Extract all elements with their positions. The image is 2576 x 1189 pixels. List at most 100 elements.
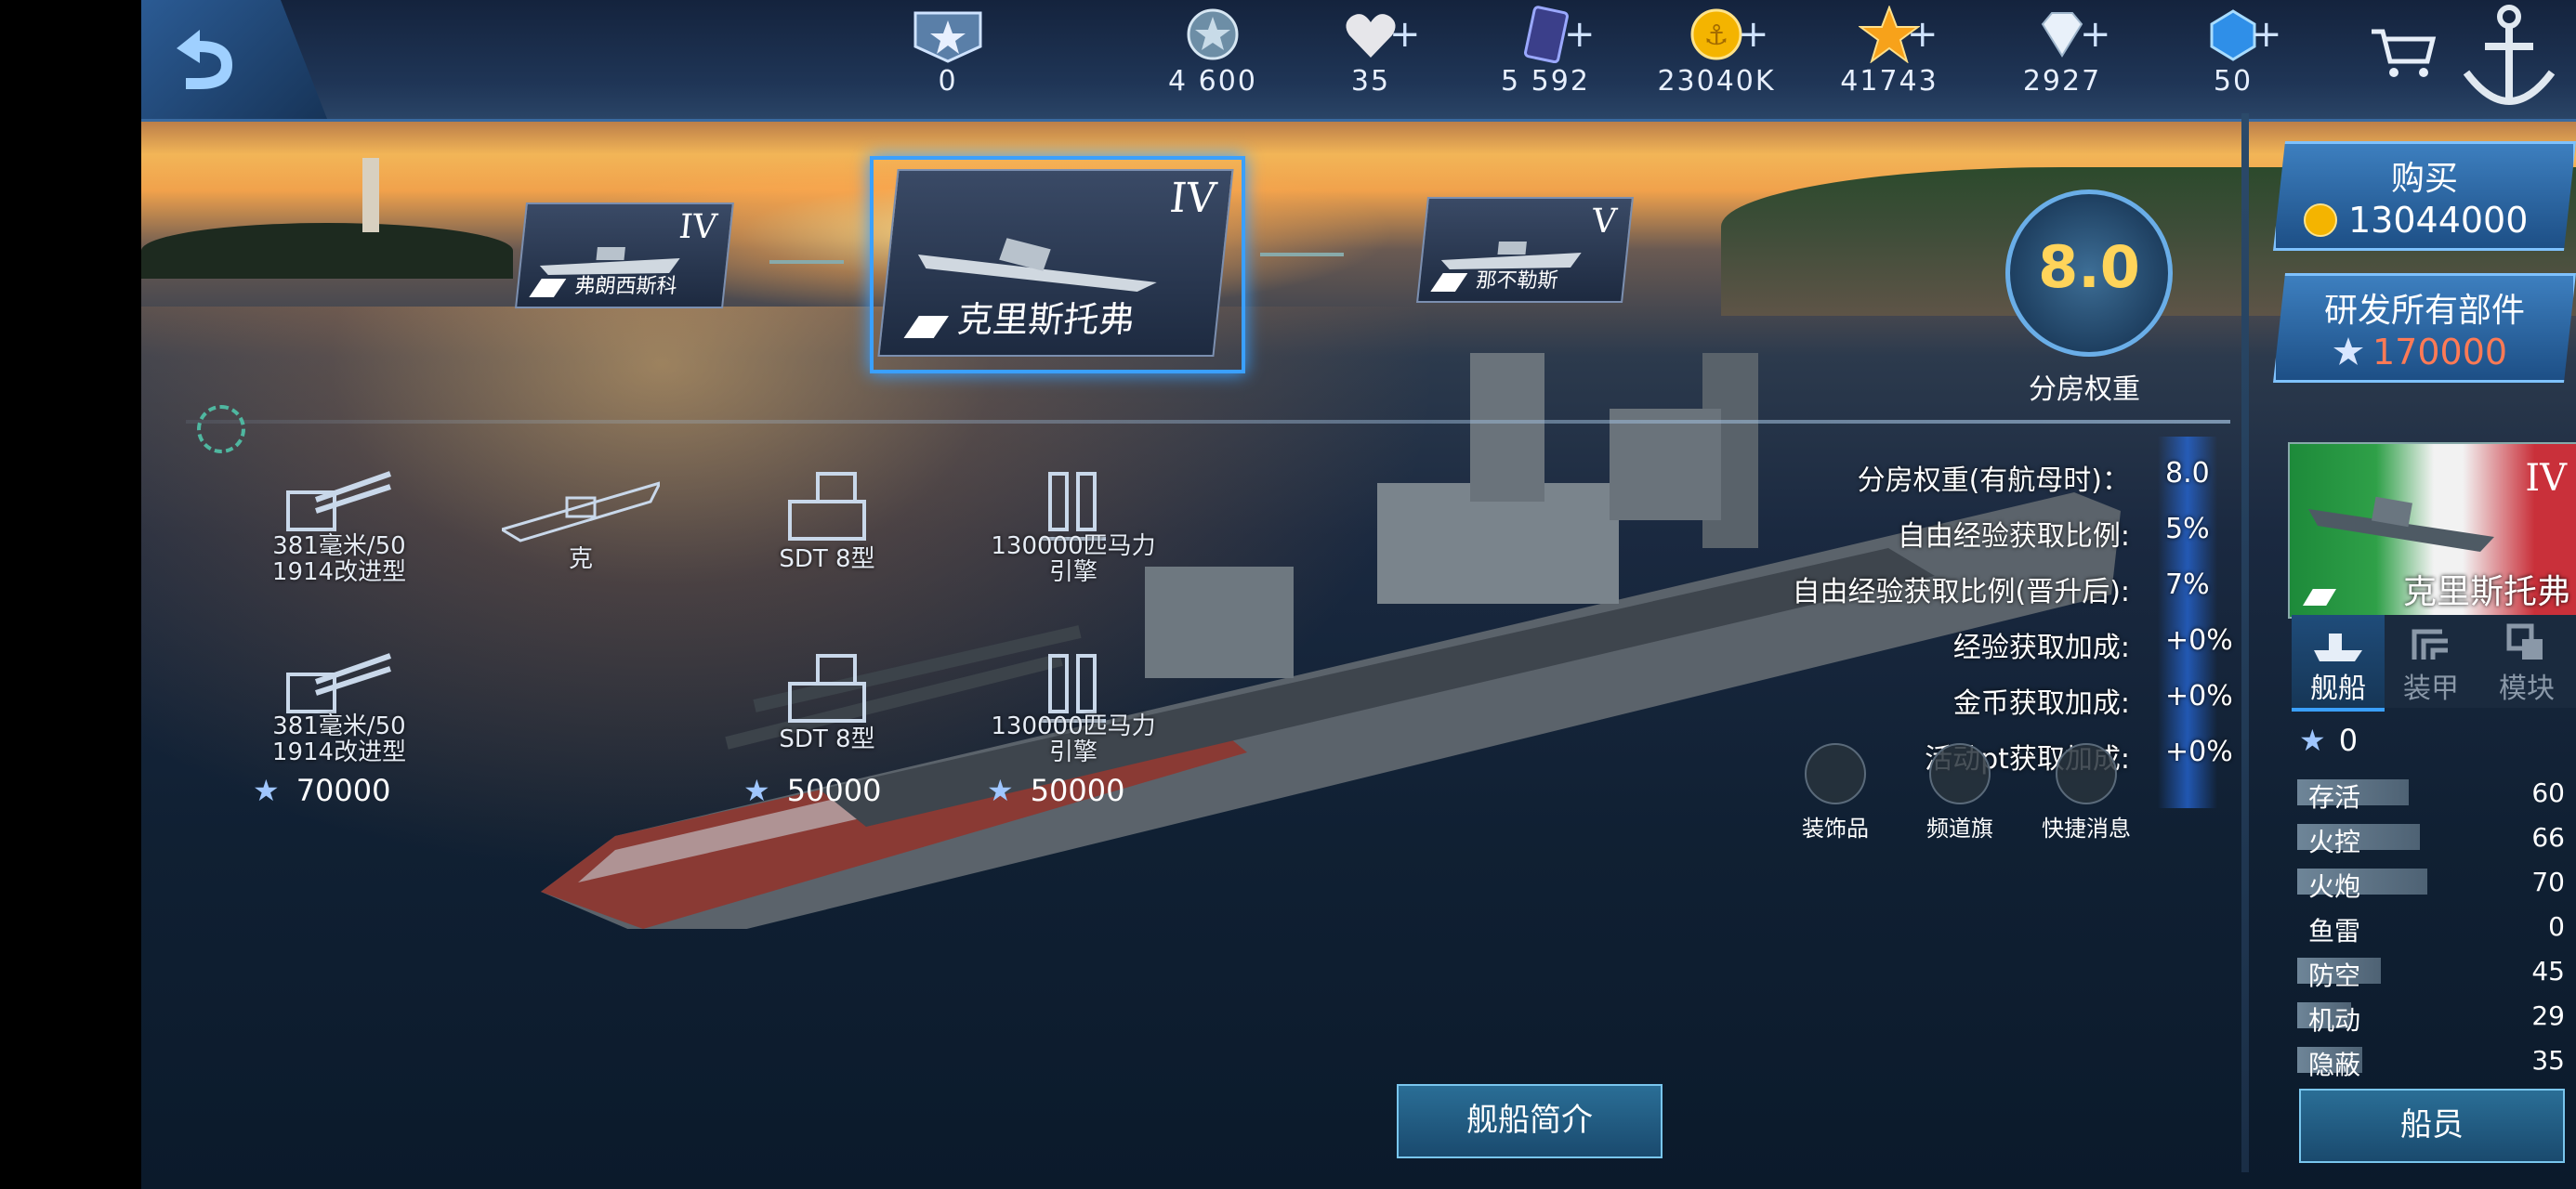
tab-label: 舰船	[2310, 673, 2366, 705]
star-icon: ★	[743, 773, 770, 808]
resource-gold[interactable]: ⚓ 23040K	[1637, 6, 1795, 98]
ship-portrait: IV 克里斯托弗	[2288, 442, 2576, 619]
crew-button[interactable]: 船员	[2299, 1089, 2565, 1163]
heart-plus-icon[interactable]: +	[1389, 13, 1421, 56]
tab-modules[interactable]: 模块	[2477, 615, 2576, 708]
module-icon	[2506, 623, 2543, 660]
emote-label: 频道旗	[1926, 816, 1993, 842]
diamond-plus-icon[interactable]: +	[2080, 13, 2111, 56]
gear-icon[interactable]	[197, 405, 245, 453]
lighthouse-island	[141, 223, 513, 279]
buy-button[interactable]: 购买 13044000	[2273, 141, 2576, 251]
resource-silver[interactable]: 4 600	[1134, 6, 1292, 98]
pennant-icon	[1929, 743, 1991, 804]
heart-count: 35	[1350, 65, 1391, 98]
module-cost: ★ 50000	[743, 773, 881, 808]
stat-label: 火炮	[2308, 871, 2361, 902]
quick-message-button[interactable]: 快捷消息	[2026, 743, 2147, 843]
screen-edge	[0, 0, 141, 1189]
shopping-cart-icon	[2372, 29, 2437, 77]
info-value: 8.0	[2165, 457, 2210, 490]
gem-plus-icon[interactable]: +	[2251, 13, 2282, 56]
flag-icon	[1805, 743, 1866, 804]
resource-card[interactable]: 5 592	[1466, 6, 1624, 98]
tab-label: 模块	[2499, 673, 2555, 705]
stat-value: 60	[2531, 777, 2565, 808]
gun-module-icon[interactable]	[279, 464, 400, 539]
research-all-button[interactable]: 研发所有部件 170000	[2273, 273, 2576, 383]
stat-label: 火控	[2308, 827, 2361, 857]
panel-divider	[2241, 113, 2249, 1172]
ship-card-next[interactable]: V 那不勒斯	[1416, 197, 1634, 303]
anchor-icon	[2463, 5, 2556, 105]
stat-label: 鱼雷	[2308, 916, 2361, 947]
star-plus-icon[interactable]: +	[1907, 13, 1939, 56]
stat-label: 机动	[2308, 1005, 2361, 1036]
stat-value: 45	[2531, 956, 2565, 986]
ship-card-prev-name: 弗朗西斯科	[573, 275, 678, 298]
research-price: 170000	[2372, 332, 2508, 372]
card-plus-icon[interactable]: +	[1564, 13, 1596, 56]
fire-control-module-icon[interactable]	[781, 647, 883, 730]
info-label: 自由经验获取比例(晋升后):	[1792, 576, 2130, 608]
buy-label: 购买	[2390, 160, 2458, 198]
resource-heart[interactable]: 35	[1292, 6, 1450, 98]
svg-text:⚓: ⚓	[1704, 20, 1729, 52]
ship-card-current[interactable]: IV 克里斯托弗	[877, 169, 1234, 357]
silver-icon	[1187, 8, 1239, 60]
divider	[186, 420, 2230, 424]
info-value: +0%	[2165, 680, 2233, 712]
fire-control-module-icon[interactable]	[781, 464, 883, 548]
resource-diamond[interactable]: 2927	[1983, 6, 2141, 98]
info-value: 5%	[2165, 513, 2210, 545]
ship-class-icon	[1430, 273, 1467, 292]
channel-flag-button[interactable]: 频道旗	[1899, 743, 2020, 843]
ship-silhouette-icon	[2308, 496, 2494, 552]
gun-module-icon[interactable]	[279, 647, 400, 721]
crew-label: 船员	[2400, 1106, 2464, 1143]
ship-card-prev[interactable]: IV 弗朗西斯科	[515, 203, 734, 308]
info-label: 自由经验获取比例:	[1897, 520, 2130, 553]
ship-class-icon	[903, 316, 949, 338]
shop-cart-button[interactable]	[2368, 24, 2438, 80]
tab-ship[interactable]: 舰船	[2292, 615, 2385, 712]
ship-silhouette-icon	[917, 238, 1157, 292]
ship-card-current-tier: IV	[1167, 175, 1218, 222]
module-label: 130000匹马力 引擎	[991, 712, 1156, 766]
buy-price: 13044000	[2348, 200, 2529, 241]
resource-medal[interactable]: 0	[869, 6, 1027, 98]
stat-value: 35	[2531, 1045, 2565, 1076]
module-cost-value: 70000	[296, 773, 391, 808]
tab-armor[interactable]: 装甲	[2385, 615, 2477, 708]
ship-class-icon	[2303, 589, 2336, 606]
module-cost: ★ 50000	[987, 773, 1124, 808]
research-label: 研发所有部件	[2323, 292, 2525, 330]
stat-label: 隐蔽	[2308, 1050, 2361, 1080]
info-value: 7%	[2165, 568, 2210, 601]
stat-label: 防空	[2308, 960, 2361, 991]
hull-module-icon[interactable]	[502, 474, 660, 548]
ship-card-next-tier: V	[1590, 203, 1619, 241]
star-count: 41743	[1840, 65, 1939, 98]
portrait-name: 克里斯托弗	[2402, 573, 2570, 611]
resource-star[interactable]: 41743	[1810, 6, 1968, 98]
stat-value: 29	[2531, 1000, 2565, 1031]
anchor-menu-button[interactable]	[2453, 0, 2565, 117]
star-icon: ★	[2299, 723, 2326, 758]
ship-profile-button[interactable]: 舰船简介	[1397, 1084, 1663, 1158]
back-button[interactable]	[158, 20, 242, 95]
gold-count: 23040K	[1657, 65, 1776, 98]
resource-gem[interactable]: 50	[2154, 6, 2312, 98]
diamond-count: 2927	[2022, 65, 2102, 98]
medal-icon	[913, 11, 982, 63]
rating-label: 分房权重	[2029, 373, 2140, 406]
decoration-button[interactable]: 装饰品	[1775, 743, 1896, 843]
star-icon: ★	[987, 773, 1014, 808]
portrait-tier: IV	[2525, 457, 2567, 500]
ship-class-icon	[529, 279, 566, 297]
gold-plus-icon[interactable]: +	[1738, 13, 1769, 56]
module-label: 381毫米/50 1914改进型	[271, 532, 407, 586]
module-label: 克	[568, 545, 593, 573]
stat-row: 防空 45	[2295, 955, 2565, 991]
stat-row: 隐蔽 35	[2295, 1044, 2565, 1080]
